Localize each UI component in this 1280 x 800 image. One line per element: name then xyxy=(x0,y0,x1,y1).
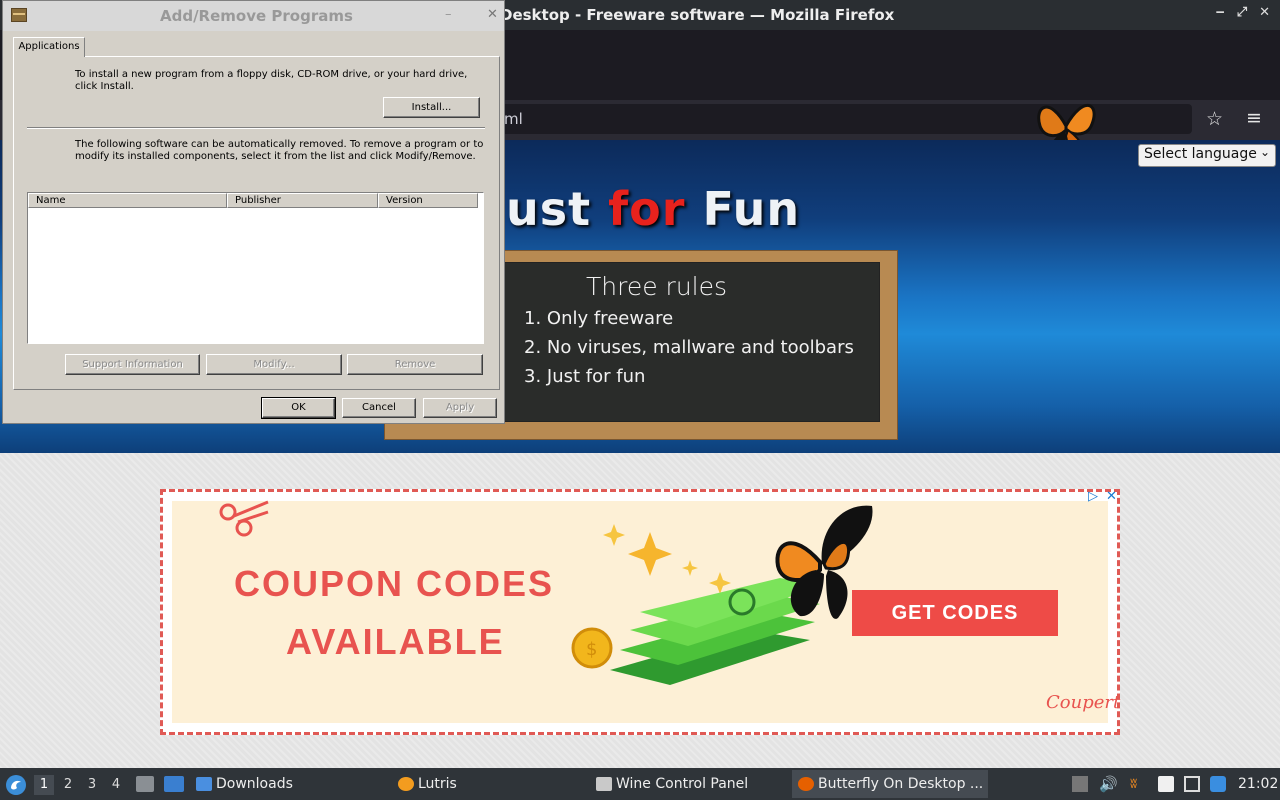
chevron-down-icon: ⌄ xyxy=(1259,145,1270,159)
ad-headline-2: AVAILABLE xyxy=(286,621,505,662)
ad-close-icon[interactable]: ✕ xyxy=(1106,489,1117,504)
remove-button[interactable]: Remove xyxy=(347,354,483,375)
task-downloads[interactable]: Downloads xyxy=(196,768,293,800)
control-panel-icon xyxy=(11,8,27,22)
firefox-window-title: Desktop - Freeware software — Mozilla Fi… xyxy=(500,6,895,24)
ad-choices-icon[interactable]: ▷ xyxy=(1088,489,1098,504)
updates-icon[interactable] xyxy=(1210,776,1226,792)
volume-icon[interactable]: 🔊 xyxy=(1099,776,1118,792)
support-information-button[interactable]: Support Information xyxy=(65,354,200,375)
svg-text:$: $ xyxy=(586,639,597,660)
installed-programs-list[interactable]: Name Publisher Version xyxy=(27,192,484,344)
workspace-4[interactable]: 4 xyxy=(106,775,126,795)
ad-headline-1: COUPON CODES xyxy=(234,563,555,604)
desktop-icon[interactable] xyxy=(164,776,184,792)
bookmark-star-icon[interactable]: ☆ xyxy=(1206,108,1223,130)
folder-icon xyxy=(196,777,212,791)
task-firefox-label: Butterfly On Desktop ... xyxy=(798,768,983,800)
apply-button[interactable]: Apply xyxy=(423,398,497,418)
file-manager-icon[interactable] xyxy=(136,776,154,792)
column-header-version[interactable]: Version xyxy=(378,193,478,208)
modify-button[interactable]: Modify... xyxy=(206,354,342,375)
hero-title: ust for Fun xyxy=(506,182,801,236)
clock[interactable]: 21:02 xyxy=(1238,768,1278,800)
url-text: ml xyxy=(504,110,523,128)
firefox-icon xyxy=(798,777,814,791)
get-codes-button[interactable]: GET CODES xyxy=(852,590,1058,636)
notes-icon[interactable] xyxy=(1158,776,1174,792)
tab-applications[interactable]: Applications xyxy=(13,37,85,57)
language-select[interactable]: Select language ⌄ xyxy=(1138,144,1276,167)
add-remove-programs-dialog: Add/Remove Programs – ✕ Applications To … xyxy=(2,0,505,424)
dialog-titlebar: Add/Remove Programs – ✕ xyxy=(3,1,504,31)
clipboard-icon[interactable] xyxy=(1072,776,1088,792)
column-header-name[interactable]: Name xyxy=(28,193,227,208)
lutris-icon xyxy=(398,777,414,791)
hamburger-menu-icon[interactable]: ≡ xyxy=(1246,107,1262,129)
workspace-2[interactable]: 2 xyxy=(58,775,78,795)
ok-button[interactable]: OK xyxy=(261,397,336,419)
close-button[interactable]: ✕ xyxy=(1259,5,1270,20)
workspace-3[interactable]: 3 xyxy=(82,775,102,795)
chalkboard-rule: 2. No viruses, mallware and toolbars xyxy=(524,337,854,358)
maximize-button[interactable]: ⤢ xyxy=(1237,5,1247,20)
install-instructions: To install a new program from a floppy d… xyxy=(75,69,468,92)
cancel-button[interactable]: Cancel xyxy=(342,398,416,418)
scissors-icon xyxy=(219,500,269,537)
chalkboard-rule: 1. Only freeware xyxy=(524,308,674,329)
wine-control-panel-icon xyxy=(596,777,612,791)
taskbar: 1 2 3 4 Downloads Lutris Wine Control Pa… xyxy=(0,768,1280,800)
network-icon[interactable] xyxy=(1184,776,1200,792)
chalkboard-rule: 3. Just for fun xyxy=(524,366,646,387)
butterfly-icon xyxy=(775,505,873,619)
ad-brand-logo: Coupert xyxy=(1046,692,1121,713)
chalkboard-title: Three rules xyxy=(586,272,728,301)
app-menu-icon[interactable] xyxy=(5,774,27,796)
butterfly-tray-icon[interactable]: ʬ xyxy=(1130,776,1146,792)
task-lutris[interactable]: Lutris xyxy=(398,768,457,800)
dialog-minimize-icon[interactable]: – xyxy=(445,7,452,22)
minimize-button[interactable]: ‒ xyxy=(1216,5,1225,20)
remove-instructions: The following software can be automatica… xyxy=(75,139,484,162)
dialog-title: Add/Remove Programs xyxy=(160,7,353,25)
task-wine-control-panel[interactable]: Wine Control Panel xyxy=(596,768,748,800)
workspace-1[interactable]: 1 xyxy=(34,775,54,795)
window-controls: ‒ ⤢ ✕ xyxy=(1216,5,1270,20)
dialog-close-icon[interactable]: ✕ xyxy=(487,7,498,22)
column-header-publisher[interactable]: Publisher xyxy=(227,193,378,208)
language-select-value: Select language xyxy=(1144,146,1257,162)
install-button[interactable]: Install... xyxy=(383,97,480,118)
separator xyxy=(27,127,485,129)
list-header: Name Publisher Version xyxy=(28,193,483,208)
